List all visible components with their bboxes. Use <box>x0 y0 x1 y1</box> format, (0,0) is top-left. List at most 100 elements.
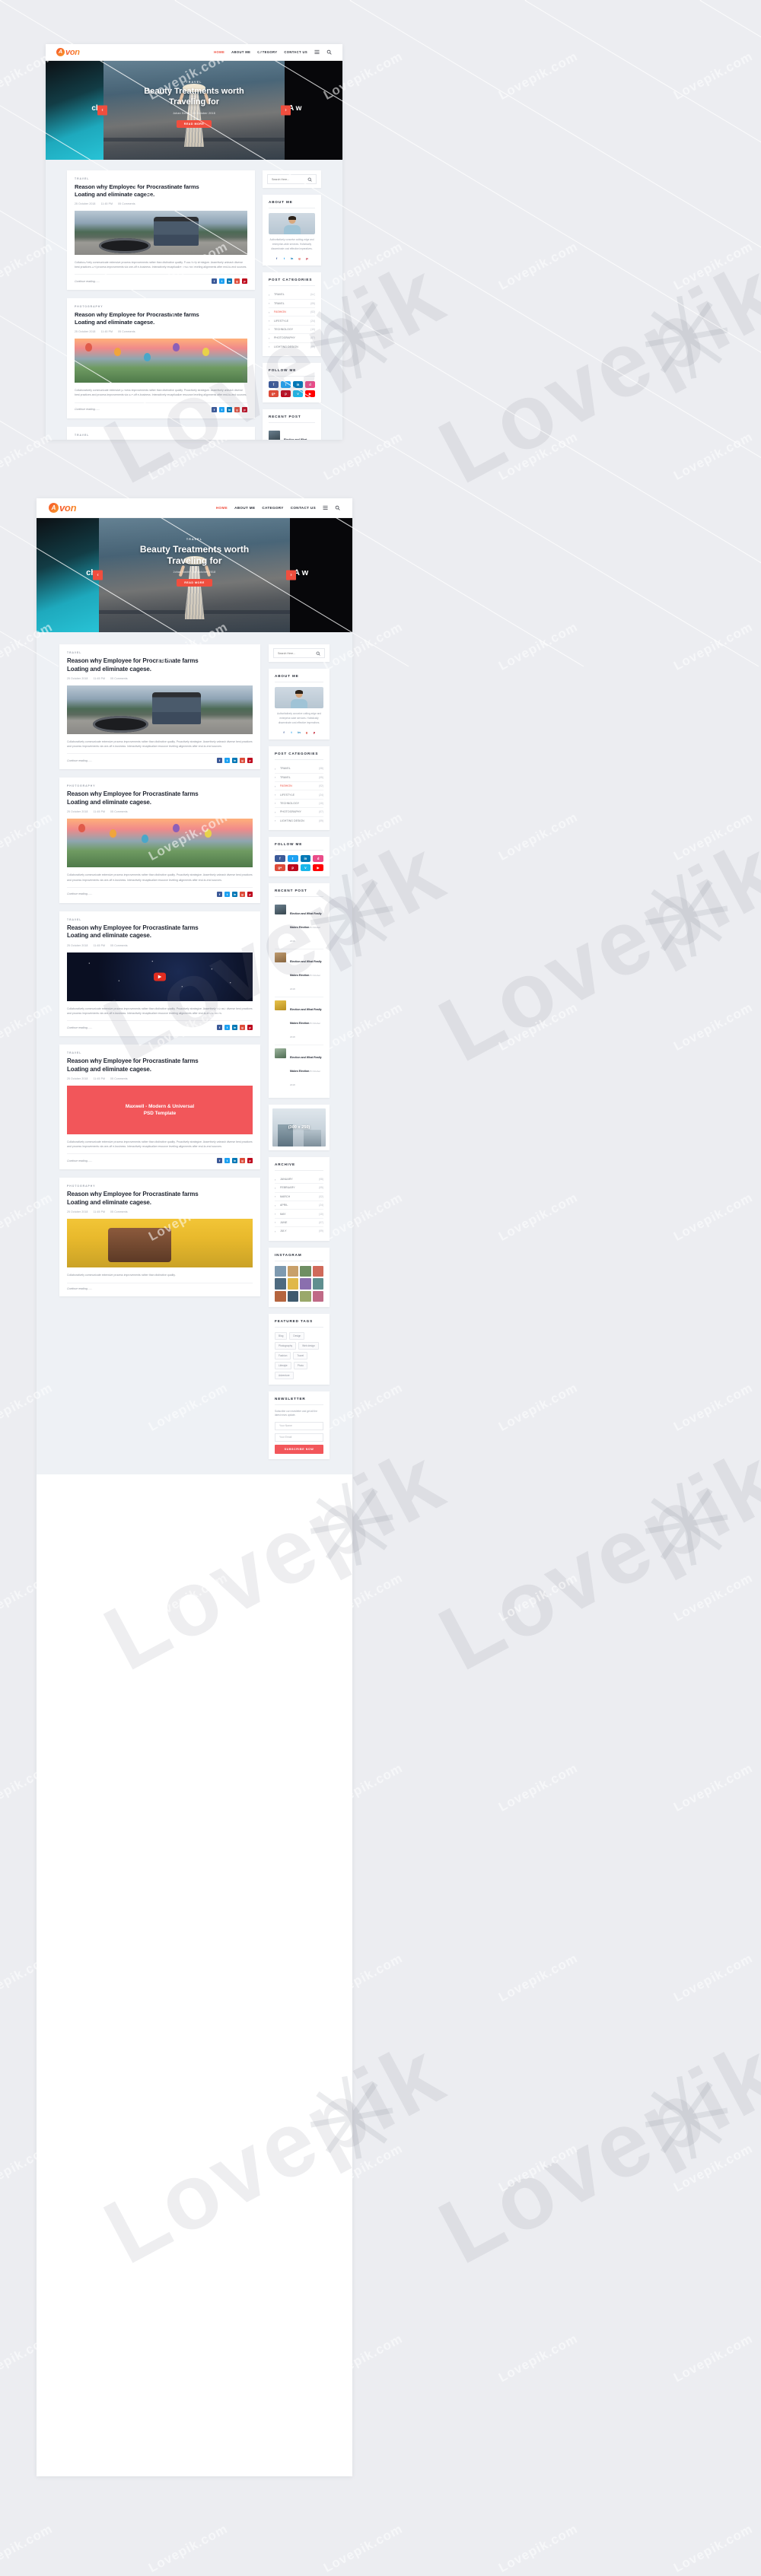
facebook-icon[interactable]: f <box>275 256 279 260</box>
slider-prev-arrow[interactable]: ‹ <box>93 571 103 580</box>
pinterest-icon[interactable]: p <box>305 256 310 260</box>
twitter-icon[interactable]: t <box>289 730 294 734</box>
facebook-icon[interactable]: f <box>212 407 217 412</box>
post-title-line1[interactable]: Reason why Employee for Procrastinate fa… <box>67 924 253 933</box>
hero-next-slide[interactable]: A w <box>290 518 352 632</box>
category-item[interactable]: ▪TRAVEL(05) <box>275 774 323 782</box>
post-thumbnail-hot-air-balloons[interactable] <box>67 819 253 867</box>
post-title-line2[interactable]: Loating and eliminate cagese. <box>67 799 253 807</box>
linkedin-icon[interactable]: in <box>227 407 232 412</box>
newsletter-subscribe-button[interactable]: SUBSCRIBE NOW <box>275 1445 323 1454</box>
nav-item-about-me[interactable]: ABOUT ME <box>231 50 250 54</box>
post-card[interactable]: PHOTOGRAPHYReason why Employee for Procr… <box>59 778 260 902</box>
instagram-tile[interactable] <box>288 1278 299 1290</box>
instagram-tile[interactable] <box>313 1291 324 1302</box>
instagram-tile[interactable] <box>275 1278 286 1290</box>
google-plus-icon[interactable]: g <box>240 1158 245 1163</box>
search-box[interactable] <box>267 174 317 184</box>
twitter-icon[interactable]: t <box>219 407 224 412</box>
play-icon[interactable]: ▶ <box>154 972 166 981</box>
twitter-icon[interactable]: t <box>281 381 291 388</box>
continue-reading-link[interactable]: Continue reading....... <box>67 892 92 895</box>
instagram-tile[interactable] <box>313 1278 324 1290</box>
pinterest-icon[interactable]: p <box>247 1158 253 1163</box>
newsletter-email-field[interactable]: Your Email <box>275 1433 323 1442</box>
ad-banner[interactable]: (300 x 250) <box>272 1108 326 1146</box>
slider-next-arrow[interactable]: › <box>286 571 296 580</box>
post-thumbnail-hot-air-balloons[interactable] <box>75 339 247 383</box>
facebook-icon[interactable]: f <box>269 381 279 388</box>
post-thumbnail-yellow-landscape[interactable] <box>67 1219 253 1267</box>
instagram-tile[interactable] <box>300 1278 311 1290</box>
google-plus-icon[interactable]: g <box>304 730 309 734</box>
post-title-line1[interactable]: Reason why Employee for Procrastinate fa… <box>67 1191 253 1199</box>
post-card[interactable]: TRAVELReason why Employee for Procrastin… <box>67 170 255 290</box>
dribbble-icon[interactable]: d <box>305 381 315 388</box>
facebook-icon[interactable]: f <box>217 1025 222 1030</box>
facebook-icon[interactable]: f <box>212 278 217 284</box>
category-item[interactable]: ▪LIGHTING DESIGN(09) <box>275 817 323 825</box>
post-card[interactable]: PHOTOGRAPHYReason why Employee for Procr… <box>67 298 255 418</box>
tag-item[interactable]: Adventure <box>275 1372 294 1379</box>
post-card[interactable]: TRAVELReason why Employee for Procrastin… <box>59 1045 260 1169</box>
post-thumbnail-motorcycle-rider[interactable] <box>67 685 253 734</box>
post-title-line1[interactable]: Reason why Employee for Procrastinate fa… <box>75 183 247 191</box>
google-plus-icon[interactable]: g+ <box>269 390 279 397</box>
nav-item-contact-us[interactable]: CONTACT US <box>291 506 316 510</box>
continue-reading-link[interactable]: Continue reading....... <box>75 408 100 411</box>
tag-item[interactable]: Fashion <box>275 1352 291 1360</box>
continue-reading-link[interactable]: Continue reading....... <box>67 1026 92 1029</box>
linkedin-icon[interactable]: in <box>297 730 301 734</box>
instagram-tile[interactable] <box>288 1266 299 1277</box>
archive-item[interactable]: ▪MAY(10) <box>275 1210 323 1218</box>
search-icon[interactable] <box>307 177 312 182</box>
instagram-tile[interactable] <box>300 1291 311 1302</box>
dribbble-icon[interactable]: d <box>313 855 323 862</box>
category-item[interactable]: ▪PHOTOGRAPHY(07) <box>269 334 315 342</box>
category-item[interactable]: ▪TRAVEL(05) <box>269 300 315 308</box>
post-title-line2[interactable]: Loating and eliminate cagese. <box>67 666 253 674</box>
site-logo[interactable]: A von <box>56 48 80 57</box>
continue-reading-link[interactable]: Continue reading....... <box>67 1287 92 1290</box>
grid-icon[interactable] <box>314 49 320 55</box>
continue-reading-link[interactable]: Continue reading....... <box>67 759 92 762</box>
nav-item-home[interactable]: HOME <box>216 506 228 510</box>
tag-item[interactable]: Design <box>289 1332 304 1340</box>
category-item[interactable]: ▪LIGHTING DESIGN(09) <box>269 343 315 351</box>
instagram-tile[interactable] <box>275 1291 286 1302</box>
nav-item-category[interactable]: CATEGORY <box>257 50 277 54</box>
continue-reading-link[interactable]: Continue reading....... <box>67 1159 92 1162</box>
pinterest-icon[interactable]: p <box>242 407 247 412</box>
google-plus-icon[interactable]: g <box>234 407 240 412</box>
hero-read-more-button[interactable]: READ MORE <box>177 579 212 587</box>
category-item[interactable]: ▪LIFESTYLE(24) <box>275 790 323 799</box>
facebook-icon[interactable]: f <box>217 892 222 897</box>
search-input[interactable] <box>272 178 307 181</box>
hero-next-slide[interactable]: A w <box>285 61 342 160</box>
facebook-icon[interactable]: f <box>217 1158 222 1163</box>
recent-post-item[interactable]: Election and What ReallyMakes Election25… <box>275 997 323 1045</box>
linkedin-icon[interactable]: in <box>232 1158 237 1163</box>
post-title-line2[interactable]: Loating and eliminate cagese. <box>75 191 247 199</box>
archive-item[interactable]: ▪APRIL(24) <box>275 1201 323 1210</box>
tag-item[interactable]: Photography <box>275 1342 296 1350</box>
facebook-icon[interactable]: f <box>217 758 222 763</box>
twitter-icon[interactable]: t <box>288 855 298 862</box>
newsletter-name-field[interactable]: Your Name <box>275 1422 323 1430</box>
post-title-line2[interactable]: Loating and eliminate cagese. <box>67 932 253 940</box>
post-title-line1[interactable]: Reason why Employee for Procrastinate fa… <box>67 790 253 799</box>
linkedin-icon[interactable]: in <box>227 278 232 284</box>
pinterest-icon[interactable]: p <box>242 278 247 284</box>
post-title-line1[interactable]: Reason why Employee for Procrastinate fa… <box>75 311 247 319</box>
youtube-icon[interactable]: ▶ <box>305 390 315 397</box>
recent-post-item[interactable]: Election and What ReallyMakes Election25… <box>269 428 315 440</box>
recent-post-item[interactable]: Election and What ReallyMakes Election25… <box>275 1045 323 1092</box>
linkedin-icon[interactable]: in <box>293 381 303 388</box>
twitter-icon[interactable]: t <box>224 892 230 897</box>
tag-item[interactable]: Photo <box>294 1362 307 1369</box>
category-item[interactable]: ▪TECHNOLOGY(10) <box>275 800 323 808</box>
category-item[interactable]: ▪LIFESTYLE(24) <box>269 316 315 325</box>
instagram-tile[interactable] <box>288 1291 299 1302</box>
hero-slider[interactable]: ch TRAVEL Beauty Treatments worth Travel… <box>46 61 342 160</box>
recent-post-item[interactable]: Election and What ReallyMakes Election25… <box>275 949 323 997</box>
